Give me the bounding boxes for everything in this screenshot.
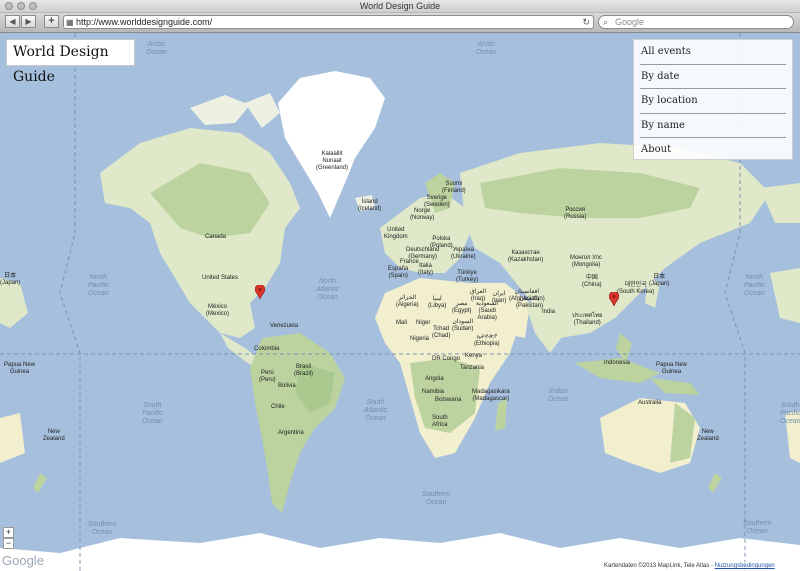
map-label: Bolivia [278, 383, 296, 389]
map-label: 日本 (Japan) [0, 273, 21, 286]
event-marker[interactable] [255, 285, 265, 299]
map-label: Namibia [422, 389, 445, 395]
map-label: Brasil (Brazil) [294, 364, 313, 377]
ocean-label: Arctic Ocean [146, 41, 167, 56]
map-attribution: Kartendaten ©2013 MapLink, Tele Atlas - … [604, 562, 800, 571]
url-text: http://www.worlddesignguide.com/ [76, 17, 213, 27]
map-label: ليبيا (Libya) [428, 296, 447, 309]
map-label: السعودية (Saudi Arabia) [476, 301, 499, 321]
site-title[interactable]: World Design Guide [6, 39, 135, 85]
ocean-label: Arctic Ocean [476, 41, 497, 56]
map-label: Chile [271, 404, 285, 410]
menu-item-by-name[interactable]: By name [640, 114, 786, 138]
map-label: Tchad (Chad) [432, 326, 451, 339]
map-label: Argentina [278, 430, 304, 436]
map-label: مصر (Egypt) [452, 301, 472, 314]
map-label: Australia [638, 400, 662, 406]
map-label: Italia (Italy) [418, 263, 433, 276]
menu-item-about[interactable]: About [640, 138, 786, 162]
map-label: United States [202, 275, 239, 281]
browser-toolbar: ◀ ▶ + ▦ http://www.worlddesignguide.com/… [0, 13, 800, 33]
map-label: México (Mexico) [206, 304, 230, 317]
map-label: Colombia [254, 346, 280, 352]
map-label: Niger [416, 320, 431, 326]
search-icon: ⌕ [603, 17, 609, 27]
map-label: 中国 (China) [582, 275, 602, 288]
map-label: Kalaallit Nunaat (Greenland) [316, 151, 349, 171]
map-label: New Zealand [697, 429, 719, 442]
map-label: France [400, 259, 419, 265]
window-titlebar: World Design Guide [0, 0, 800, 13]
ocean-label: South Pacific Ocean [142, 402, 163, 425]
zoom-out-button[interactable]: − [3, 538, 14, 549]
map-label: ประเทศไทย (Thailand) [572, 313, 603, 326]
chevron-left-icon: ◀ [9, 17, 16, 26]
menu-item-all-events[interactable]: All events [640, 40, 786, 65]
forward-button[interactable]: ▶ [21, 15, 36, 28]
ocean-label: South Pacific Ocean [780, 402, 800, 425]
map-label: Tanzania [460, 365, 485, 371]
map-label: Türkiye (Turkey) [456, 270, 479, 283]
address-bar[interactable]: ▦ http://www.worlddesignguide.com/ ↻ [63, 15, 594, 29]
map-label: Venezuela [270, 323, 299, 329]
map-label: India [542, 309, 556, 315]
zoom-in-button[interactable]: + [3, 527, 14, 538]
ocean-label: Indian Ocean [548, 388, 569, 403]
map-label: Россия (Russia) [564, 207, 587, 220]
site-icon: ▦ [66, 18, 74, 27]
map-label: Nigeria [410, 336, 430, 342]
ocean-label: Southern Ocean [422, 491, 451, 506]
reload-icon[interactable]: ↻ [582, 16, 590, 28]
map-label: 대한민국 (South Korea) [617, 282, 655, 295]
map-label: Kenya [465, 353, 483, 359]
terms-link[interactable]: Nutzungsbedingungen [715, 563, 775, 569]
ocean-label: North Atlantic Ocean [316, 278, 339, 301]
map-label: السودان (Sudan) [452, 319, 474, 332]
map-label: Norge (Norway) [410, 208, 435, 221]
back-button[interactable]: ◀ [5, 15, 20, 28]
ocean-label: Southern Ocean [88, 521, 117, 536]
map-label: Казахстан (Kazakhstan) [508, 250, 544, 263]
map-label: Suomi (Finland) [442, 181, 466, 194]
map-label: Монгол Улс (Mongolia) [570, 255, 603, 268]
map-label: Canada [205, 234, 227, 240]
chevron-right-icon: ▶ [25, 17, 32, 26]
event-marker[interactable] [609, 292, 619, 306]
map-label: DR Congo [432, 356, 461, 362]
ocean-label: North Pacific Ocean [744, 274, 765, 297]
map-label: Sverige (Sweden) [424, 195, 450, 208]
map-label: Botswana [435, 397, 462, 403]
map-label: ኢትዮጵያ (Ethiopia) [474, 334, 500, 347]
map-label: Mali [396, 320, 408, 326]
attribution-text: Kartendaten ©2013 MapLink, Tele Atlas - [604, 563, 715, 569]
menu-item-by-location[interactable]: By location [640, 89, 786, 114]
map-label: Angola [425, 376, 444, 382]
ocean-label: Southern Ocean [743, 520, 772, 535]
map-label: South Africa [432, 415, 448, 428]
search-placeholder: Google [615, 17, 645, 27]
map-label: Україна (Ukraine) [451, 247, 476, 260]
ocean-label: North Pacific Ocean [88, 274, 109, 297]
map-label: Papua New Guinea [4, 362, 36, 375]
nav-menu: All events By date By location By name A… [633, 39, 793, 160]
map-label: Papua New Guinea [656, 362, 688, 375]
map-label: Ísland (Iceland) [358, 199, 382, 212]
menu-item-by-date[interactable]: By date [640, 65, 786, 89]
map-label: Indonesia [604, 360, 631, 366]
search-field[interactable]: ⌕ Google [598, 15, 794, 29]
add-bookmark-button[interactable]: + [44, 15, 59, 28]
google-logo[interactable]: Google [2, 553, 44, 568]
map-label: الجزائر (Algeria) [396, 295, 419, 308]
ocean-label: South Atlantic Ocean [364, 399, 387, 422]
map-label: Madagasikara (Madagascar) [472, 389, 510, 402]
map-label: پاکستان (Pakistan) [516, 296, 544, 309]
map-label: Perú (Peru) [259, 370, 276, 383]
map-label: United Kingdom [384, 227, 408, 240]
map-label: New Zealand [43, 429, 65, 442]
map-label: España (Spain) [388, 266, 409, 279]
window-title: World Design Guide [359, 1, 441, 11]
